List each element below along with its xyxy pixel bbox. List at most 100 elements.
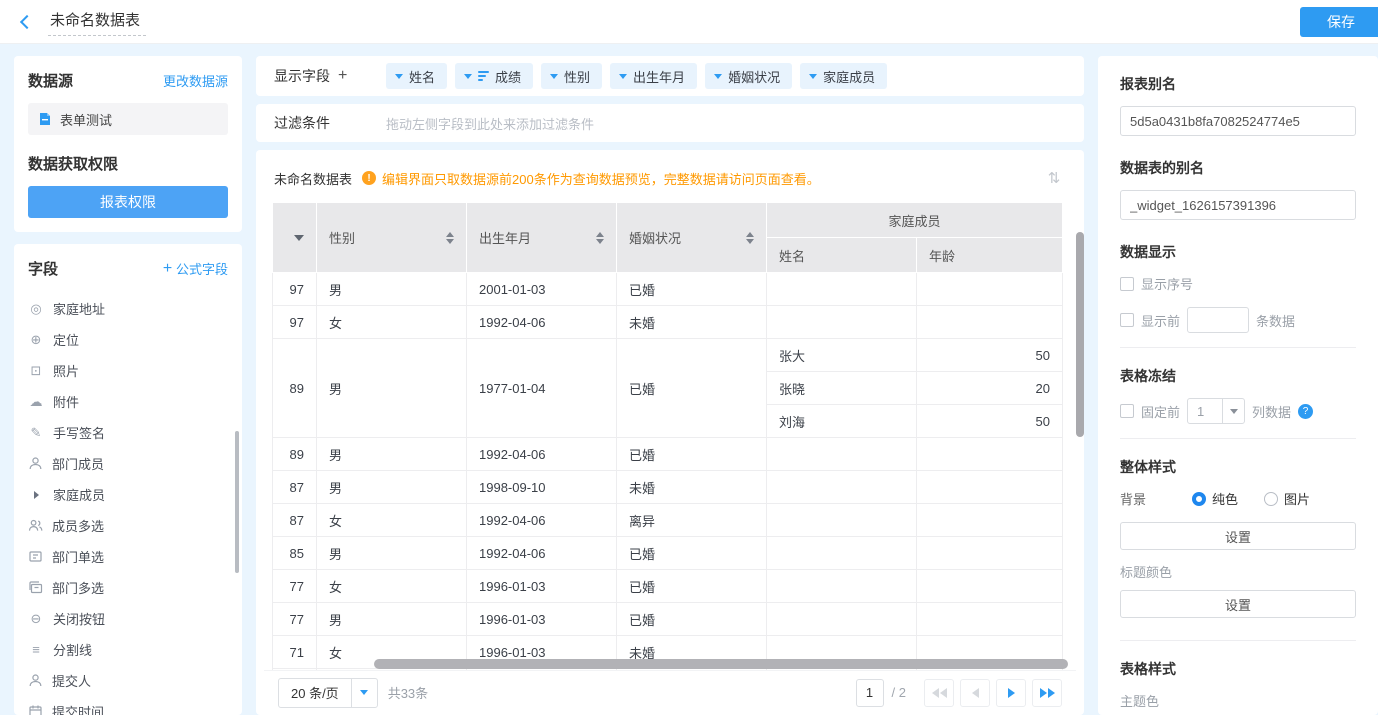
chip-label: 性别	[564, 67, 590, 86]
table-row[interactable]: 77女1996-01-03已婚	[273, 570, 1063, 603]
chip-gender[interactable]: 性别	[541, 63, 602, 89]
bg-solid-option[interactable]: 纯色	[1192, 489, 1238, 508]
report-permission-button[interactable]: 报表权限	[28, 186, 228, 218]
report-alias-input[interactable]	[1120, 106, 1356, 136]
preview-title: 未命名数据表	[274, 169, 352, 188]
chip-label: 姓名	[409, 67, 435, 86]
field-item-submit-time[interactable]: 提交时间	[28, 696, 228, 715]
horizontal-scrollbar[interactable]	[374, 659, 1068, 669]
column-menu-caret-icon[interactable]	[294, 235, 304, 241]
sort-toggle-icon[interactable]	[1040, 164, 1068, 192]
double-chevron-right-icon	[1048, 688, 1055, 698]
column-label: 性别	[329, 228, 355, 247]
gender-column-header[interactable]: 性别	[317, 203, 467, 273]
save-button[interactable]: 保存	[1300, 7, 1378, 37]
score-column-header[interactable]	[273, 203, 317, 273]
page-size-select[interactable]: 20 条/页	[278, 678, 378, 708]
field-label: 部门成员	[52, 454, 104, 473]
sort-arrows-icon[interactable]	[446, 232, 454, 244]
chip-label: 成绩	[495, 67, 521, 86]
change-datasource-link[interactable]: 更改数据源	[163, 71, 228, 90]
show-index-checkbox[interactable]	[1120, 277, 1134, 291]
chip-score[interactable]: 成绩	[455, 63, 533, 89]
field-item-signature[interactable]: 手写签名	[28, 417, 228, 448]
chevron-down-icon[interactable]	[619, 74, 627, 79]
table-row[interactable]: 87男1998-09-10未婚	[273, 471, 1063, 504]
field-label: 成员多选	[52, 516, 104, 535]
chip-marital[interactable]: 婚姻状况	[705, 63, 792, 89]
chip-birth[interactable]: 出生年月	[610, 63, 697, 89]
filter-dropzone[interactable]: 拖动左侧字段到此处来添加过滤条件	[386, 114, 594, 133]
fields-scrollbar[interactable]	[235, 431, 239, 573]
next-page-button[interactable]	[996, 679, 1026, 707]
table-row[interactable]: 97女1992-04-06未婚	[273, 306, 1063, 339]
fields-card: 字段 公式字段 家庭地址 定位 照片 附件 手写签名 部门成员 家庭成员 成员多…	[14, 244, 242, 715]
add-display-field-button[interactable]	[338, 67, 347, 85]
close-button-icon	[28, 611, 44, 627]
field-item-divider[interactable]: 分割线	[28, 634, 228, 665]
title-color-set-button[interactable]: 设置	[1120, 590, 1356, 618]
field-label: 照片	[53, 361, 79, 380]
datasource-item[interactable]: 表单测试	[28, 103, 228, 135]
field-label: 部门多选	[52, 578, 104, 597]
table-row[interactable]: 77男1996-01-03已婚	[273, 603, 1063, 636]
table-row[interactable]: 85男1992-04-06已婚	[273, 537, 1063, 570]
cloud-upload-icon	[28, 394, 44, 410]
add-formula-field-link[interactable]: 公式字段	[163, 259, 228, 278]
chip-family[interactable]: 家庭成员	[800, 63, 887, 89]
bg-image-option[interactable]: 图片	[1264, 489, 1310, 508]
table-row[interactable]: 97男2001-01-03已婚	[273, 273, 1063, 306]
table-row[interactable]: 87女1992-04-06离异	[273, 504, 1063, 537]
chevron-down-icon[interactable]	[714, 74, 722, 79]
row-limit-input[interactable]	[1187, 307, 1249, 333]
field-item-member-multi[interactable]: 成员多选	[28, 510, 228, 541]
sort-arrows-icon[interactable]	[596, 232, 604, 244]
field-item-locate[interactable]: 定位	[28, 324, 228, 355]
table-alias-input[interactable]	[1120, 190, 1356, 220]
report-alias-title: 报表别名	[1120, 74, 1356, 94]
content: 数据源 更改数据源 表单测试 数据获取权限 报表权限 字段 公式字段 家庭地址 …	[0, 44, 1378, 715]
prev-page-button[interactable]	[960, 679, 990, 707]
sort-arrows-icon[interactable]	[746, 232, 754, 244]
chevron-down-icon[interactable]	[550, 74, 558, 79]
birth-column-header[interactable]: 出生年月	[467, 203, 617, 273]
show-first-checkbox[interactable]	[1120, 313, 1134, 327]
last-page-button[interactable]	[1032, 679, 1062, 707]
solid-label: 纯色	[1212, 489, 1238, 508]
current-page-input[interactable]: 1	[856, 679, 884, 707]
field-label: 附件	[53, 392, 79, 411]
table-row[interactable]: 89男1992-04-06已婚	[273, 438, 1063, 471]
family-name-header[interactable]: 姓名	[767, 238, 917, 273]
first-page-button[interactable]	[924, 679, 954, 707]
field-item-close-button[interactable]: 关闭按钮	[28, 603, 228, 634]
field-item-photo[interactable]: 照片	[28, 355, 228, 386]
background-set-button[interactable]: 设置	[1120, 522, 1356, 550]
field-label: 提交人	[52, 671, 91, 690]
family-group-header: 家庭成员	[767, 203, 1063, 238]
field-item-dept-single[interactable]: 部门单选	[28, 541, 228, 572]
field-item-dept-member[interactable]: 部门成员	[28, 448, 228, 479]
chevron-down-icon[interactable]	[464, 74, 472, 79]
freeze-checkbox[interactable]	[1120, 404, 1134, 418]
freeze-count-value: 1	[1188, 404, 1222, 419]
table-row[interactable]: 89男1977-01-04已婚 张大50	[273, 339, 1063, 372]
help-icon[interactable]	[1298, 404, 1313, 419]
chevron-down-icon[interactable]	[809, 74, 817, 79]
field-item-attachment[interactable]: 附件	[28, 386, 228, 417]
chip-name[interactable]: 姓名	[386, 63, 447, 89]
back-icon[interactable]	[20, 14, 34, 28]
family-age-header[interactable]: 年龄	[917, 238, 1063, 273]
field-item-address[interactable]: 家庭地址	[28, 293, 228, 324]
chevron-down-icon[interactable]	[395, 74, 403, 79]
freeze-count-select[interactable]: 1	[1187, 398, 1245, 424]
filter-label: 过滤条件	[274, 113, 386, 133]
left-sidebar: 数据源 更改数据源 表单测试 数据获取权限 报表权限 字段 公式字段 家庭地址 …	[14, 56, 242, 715]
title-color-label: 标题颜色	[1120, 562, 1356, 581]
field-item-submitter[interactable]: 提交人	[28, 665, 228, 696]
vertical-scrollbar[interactable]	[1076, 232, 1084, 437]
field-item-dept-multi[interactable]: 部门多选	[28, 572, 228, 603]
page-title[interactable]: 未命名数据表	[48, 7, 146, 36]
field-item-family-member[interactable]: 家庭成员	[28, 479, 228, 510]
marital-column-header[interactable]: 婚姻状况	[617, 203, 767, 273]
rows-suffix-label: 条数据	[1256, 311, 1295, 330]
